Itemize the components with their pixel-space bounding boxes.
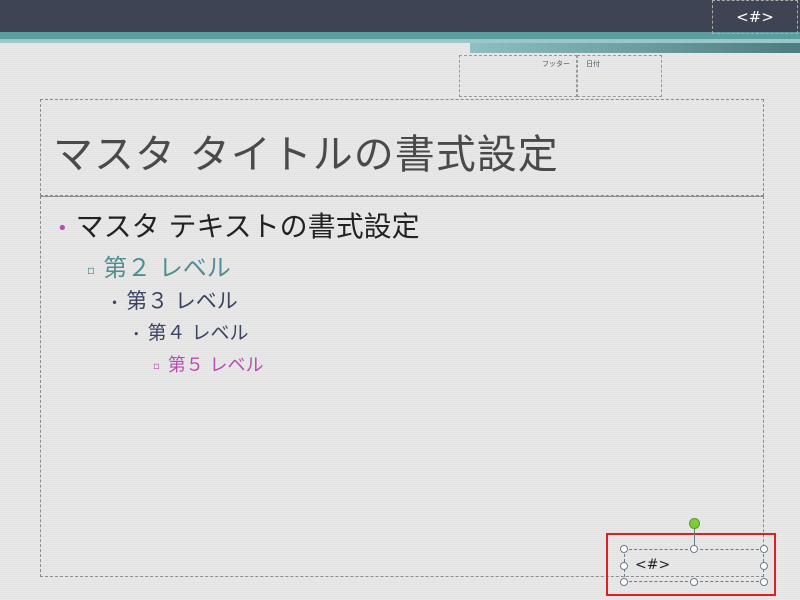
title-placeholder[interactable]: マスタ タイトルの書式設定 bbox=[40, 99, 764, 196]
bullet-icon: ▫ bbox=[153, 360, 160, 372]
body-level-1: • マスタ テキストの書式設定 bbox=[57, 205, 420, 245]
resize-handle-bottom[interactable] bbox=[690, 578, 698, 586]
selected-slide-number-text: <#> bbox=[635, 557, 671, 573]
resize-handle-left[interactable] bbox=[620, 562, 628, 570]
resize-handle-top[interactable] bbox=[690, 545, 698, 553]
body-level-2: ▫ 第２ レベル bbox=[87, 248, 231, 283]
body-level-5-text: 第５ レベル bbox=[167, 355, 264, 376]
top-slide-number-placeholder[interactable]: <#> bbox=[712, 0, 798, 34]
body-level-3-text: 第３ レベル bbox=[126, 289, 238, 313]
resize-handle-bottom-right[interactable] bbox=[760, 578, 768, 586]
resize-handle-top-left[interactable] bbox=[620, 545, 628, 553]
master-title-text: マスタ タイトルの書式設定 bbox=[53, 132, 559, 178]
teal-band-accent bbox=[470, 43, 800, 53]
body-level-4-text: 第４ レベル bbox=[147, 322, 249, 344]
bullet-icon: • bbox=[133, 327, 140, 341]
resize-handle-right[interactable] bbox=[760, 562, 768, 570]
top-banner bbox=[0, 0, 800, 32]
slide-master-canvas: <#> フッター 日付 マスタ タイトルの書式設定 • マスタ テキストの書式設定… bbox=[0, 0, 800, 600]
rotation-handle[interactable] bbox=[689, 518, 700, 529]
bullet-icon: • bbox=[57, 217, 68, 239]
body-level-5: ▫ 第５ レベル bbox=[153, 351, 264, 377]
body-level-3: • 第３ レベル bbox=[111, 285, 238, 315]
footer-label: フッター bbox=[542, 60, 570, 68]
date-placeholder[interactable]: 日付 bbox=[577, 55, 662, 97]
footer-placeholder[interactable]: フッター bbox=[459, 55, 577, 97]
bullet-icon: • bbox=[111, 295, 119, 310]
resize-handle-top-right[interactable] bbox=[760, 545, 768, 553]
bullet-icon: ▫ bbox=[87, 262, 96, 277]
body-level-1-text: マスタ テキストの書式設定 bbox=[75, 210, 420, 243]
body-level-4: • 第４ レベル bbox=[133, 318, 249, 345]
body-level-2-text: 第２ レベル bbox=[103, 254, 231, 282]
body-placeholder[interactable]: • マスタ テキストの書式設定 ▫ 第２ レベル • 第３ レベル • 第４ レベル ▫… bbox=[40, 196, 764, 577]
teal-band bbox=[0, 32, 800, 39]
resize-handle-bottom-left[interactable] bbox=[620, 578, 628, 586]
date-label: 日付 bbox=[586, 60, 600, 68]
top-slide-number-text: <#> bbox=[736, 8, 774, 26]
